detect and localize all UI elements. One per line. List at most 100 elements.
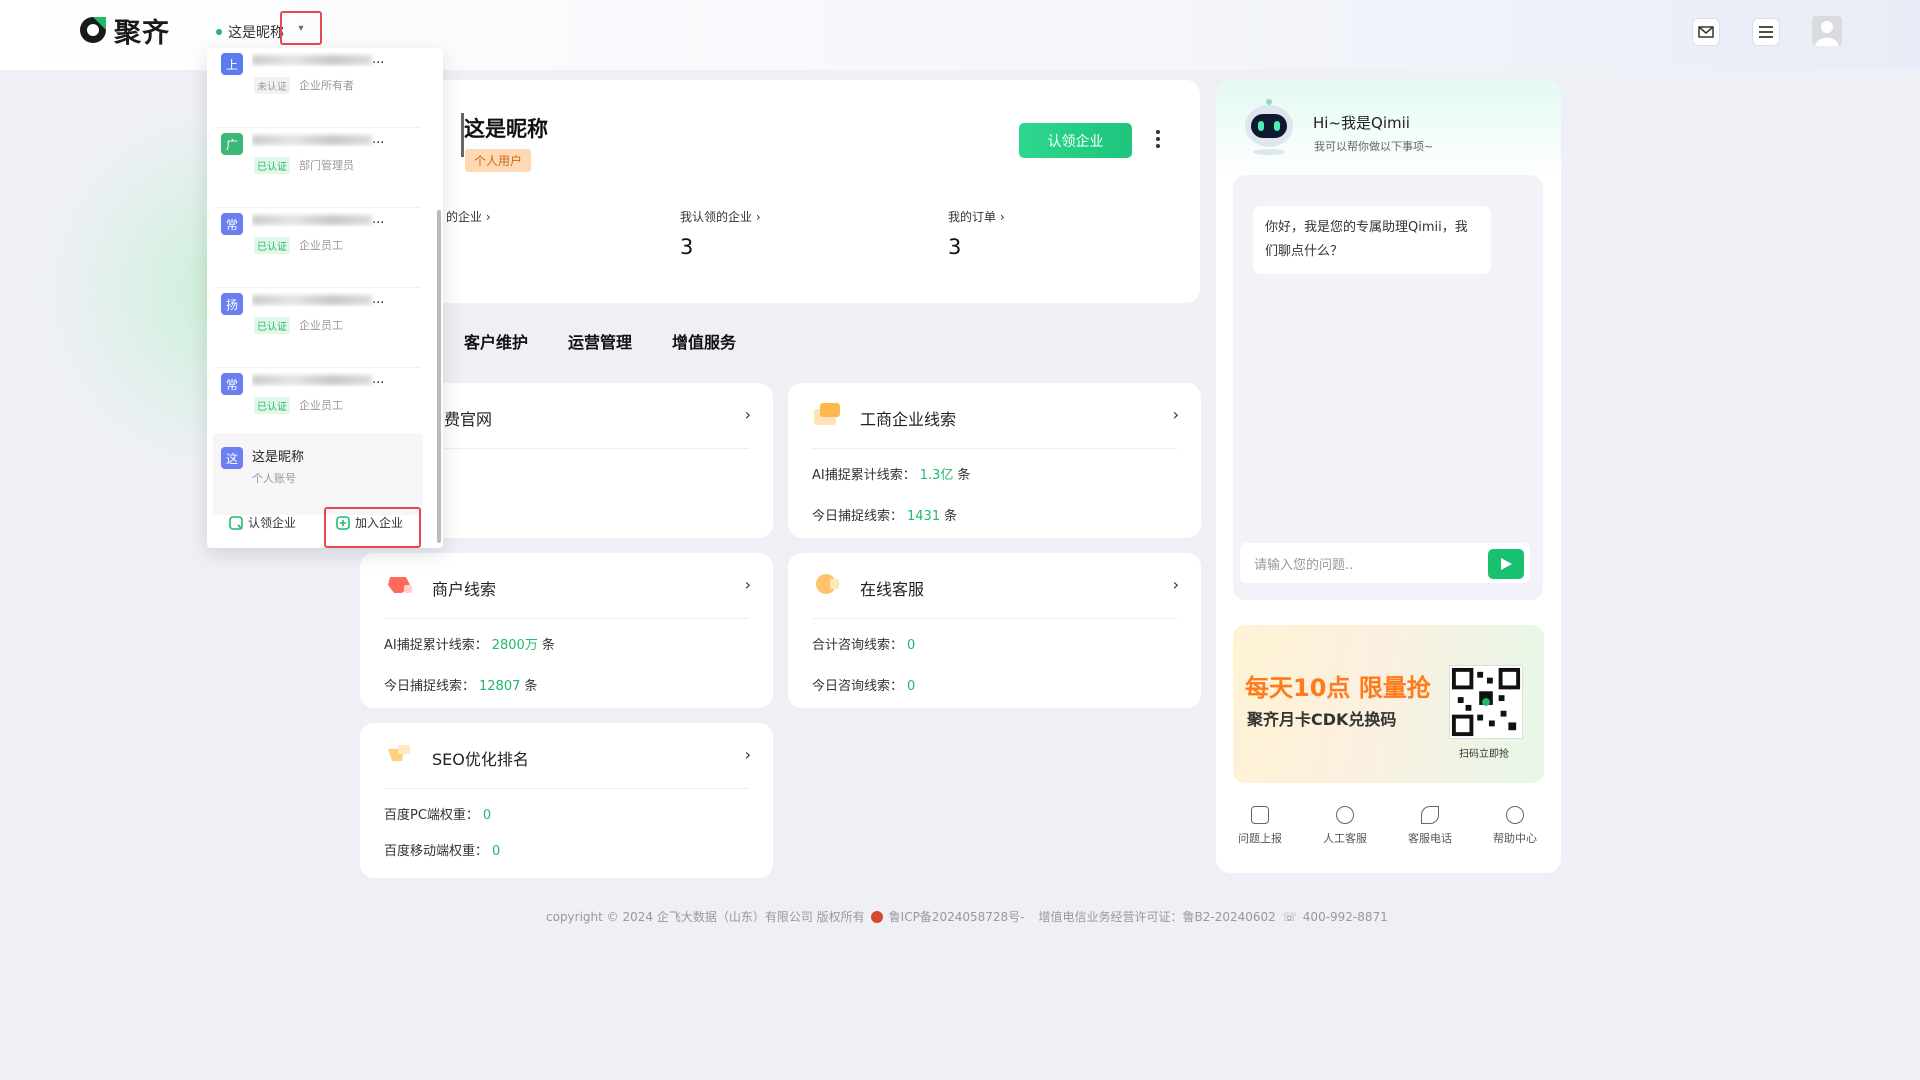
report-issue-link[interactable]: 问题上报 [1230, 806, 1290, 846]
robot-icon [1245, 99, 1293, 155]
help-icon [1506, 806, 1524, 824]
service-card-business-leads[interactable]: 工商企业线索 › AI捕捉累计线索： 1.3亿条 今日捕捉线索： 1431 条 [788, 383, 1201, 538]
qr-caption: 扫码立即抢 [1459, 749, 1509, 760]
verification-badge: 已认证 [254, 317, 290, 334]
tab-operations[interactable]: 运营管理 [568, 329, 632, 353]
merchant-leads-icon [388, 577, 412, 593]
account-dropdown-toggle[interactable]: ▾ [280, 11, 322, 45]
divider [384, 618, 749, 619]
logo-icon [80, 17, 106, 43]
verification-badge: 已认证 [254, 397, 290, 414]
enterprise-avatar: 扬 [221, 293, 243, 315]
service-phone-link[interactable]: 客服电话 [1400, 806, 1460, 846]
account-selector[interactable]: 这是昵称 [216, 22, 284, 42]
tab-customer-maintenance[interactable]: 客户维护 [464, 329, 528, 353]
enterprise-entry[interactable]: 广 ... 已认证 部门管理员 [207, 128, 422, 208]
role-label: 企业员工 [299, 319, 343, 332]
menu-button[interactable] [1752, 18, 1780, 46]
chevron-right-icon: › [482, 210, 491, 224]
chevron-right-icon: › [744, 745, 751, 764]
stat-claimed-enterprises[interactable]: 我认领的企业 › 3 [680, 206, 761, 259]
service-card-merchant-leads[interactable]: 商户线索 › AI捕捉累计线索： 2800万条 今日捕捉线索： 12807 条 [360, 553, 773, 708]
user-avatar[interactable] [1812, 16, 1842, 46]
chevron-down-icon: ▾ [298, 22, 304, 34]
stat-value: 3 [948, 235, 962, 259]
assistant-greeting-bubble: 你好，我是您的专属助理Qimii，我们聊点什么？ [1253, 206, 1491, 274]
assistant-title: Hi~我是Qimii [1313, 114, 1410, 132]
qr-code-icon [1449, 665, 1523, 739]
role-label: 企业员工 [299, 239, 343, 252]
stat-row: 今日捕捉线索： 1431 条 [812, 509, 958, 524]
online-service-icon [816, 574, 839, 594]
service-title: SEO优化排名 [432, 750, 529, 769]
enterprise-entry[interactable]: 上 ... 未认证 企业所有者 [207, 48, 422, 128]
footer-phone: 400-992-8871 [1302, 909, 1388, 924]
report-icon [1251, 806, 1269, 824]
promo-subline: 聚齐月卡CDK兑换码 [1247, 710, 1397, 729]
account-switch-dropdown: 上 ... 未认证 企业所有者 广 ... 已认证 部门管理员 常 ... 已认… [207, 48, 443, 548]
role-label: 部门管理员 [299, 159, 354, 172]
personal-name: 这是昵称 [252, 450, 305, 465]
mail-button[interactable] [1692, 18, 1720, 46]
verification-badge: 已认证 [254, 237, 290, 254]
human-service-link[interactable]: 人工客服 [1315, 806, 1375, 846]
copyright-text: copyright © 2024 企飞大数据（山东）有限公司 版权所有 [546, 910, 865, 924]
service-card-online-service[interactable]: 在线客服 › 合计咨询线索： 0 今日咨询线索： 0 [788, 553, 1201, 708]
tab-value-added[interactable]: 增值服务 [672, 329, 736, 353]
app-logo[interactable]: 聚齐 [78, 12, 170, 49]
divider [812, 448, 1177, 449]
send-button[interactable] [1488, 549, 1524, 579]
enterprise-name: ... [252, 292, 397, 307]
join-enterprise-highlight [324, 507, 421, 548]
chevron-right-icon: › [744, 405, 751, 424]
profile-name: 这是昵称 [464, 117, 548, 141]
enterprise-name: ... [252, 52, 397, 67]
chat-input[interactable]: 请输入您的问题.. [1240, 543, 1530, 583]
claim-icon [229, 515, 243, 530]
phone-icon [1421, 806, 1439, 824]
account-name: 这是昵称 [228, 25, 284, 41]
role-label: 企业所有者 [299, 79, 354, 92]
divider [812, 618, 1177, 619]
footer: copyright © 2024 企飞大数据（山东）有限公司 版权所有 鲁ICP… [546, 908, 1388, 925]
stat-label: 的企业 [446, 210, 483, 224]
mail-icon [1698, 26, 1714, 38]
role-label: 企业员工 [299, 399, 343, 412]
claim-enterprise-button[interactable]: 认领企业 [1019, 123, 1132, 158]
send-icon [1501, 558, 1512, 570]
stat-my-orders[interactable]: 我的订单 › 3 [948, 206, 1005, 259]
stat-label: 我认领的企业 [680, 210, 753, 224]
user-type-badge: 个人用户 [465, 149, 532, 172]
logo-text: 聚齐 [114, 17, 170, 49]
chevron-right-icon: › [1172, 405, 1179, 424]
enterprise-avatar: 广 [221, 133, 243, 155]
stat-row: AI捕捉累计线索： 1.3亿条 [812, 468, 971, 483]
personal-sub: 个人账号 [252, 472, 296, 485]
phone-icon: ☏ [1281, 909, 1297, 924]
stat-row: 百度PC端权重： 0 [384, 808, 492, 823]
divider [444, 448, 749, 449]
chevron-right-icon: › [752, 210, 761, 224]
online-dot [216, 29, 222, 35]
enterprise-name: ... [252, 372, 397, 387]
stat-row: 百度移动端权重： 0 [384, 844, 501, 859]
enterprise-entry[interactable]: 常 ... 已认证 企业员工 [207, 208, 422, 288]
headset-icon [1336, 806, 1354, 824]
license-text: 增值电信业务经营许可证：鲁B2-20240602 [1038, 910, 1276, 924]
help-center-link[interactable]: 帮助中心 [1485, 806, 1545, 846]
service-card-seo[interactable]: SEO优化排名 › 百度PC端权重： 0 百度移动端权重： 0 [360, 723, 773, 878]
personal-account-entry[interactable]: 这 这是昵称 个人账号 [213, 433, 423, 515]
dropdown-scrollbar[interactable] [437, 210, 441, 543]
icp-link[interactable]: 鲁ICP备2024058728号- [889, 908, 1025, 925]
enterprise-name: ... [252, 132, 397, 147]
service-title: 在线客服 [860, 580, 925, 599]
more-options-icon[interactable] [1150, 126, 1166, 152]
enterprise-entry[interactable]: 扬 ... 已认证 企业员工 [207, 288, 422, 368]
stat-my-enterprises[interactable]: 的企业 › [446, 206, 491, 225]
personal-avatar: 这 [221, 447, 243, 469]
hamburger-icon [1759, 26, 1773, 38]
claim-enterprise-action[interactable]: 认领企业 [229, 514, 296, 531]
stat-row: 合计咨询线索： 0 [812, 638, 916, 653]
service-title: 商户线索 [432, 580, 497, 599]
chevron-right-icon: › [1172, 575, 1179, 594]
